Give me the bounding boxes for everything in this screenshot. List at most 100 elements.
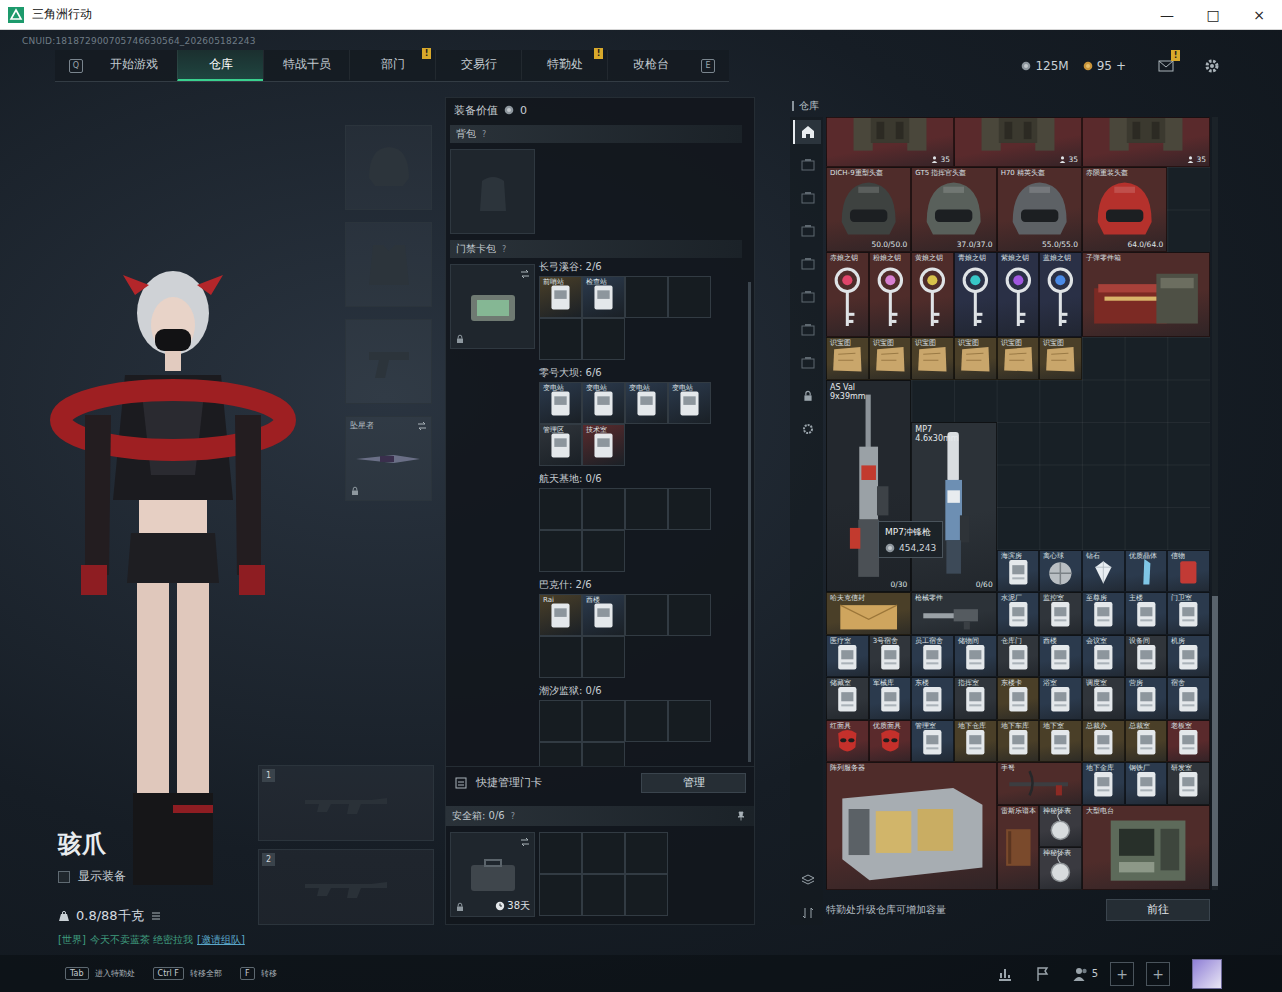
radio-item[interactable]: 大型电台 [1082,805,1210,890]
card-item[interactable]: 机房 [1167,635,1210,678]
warehouse-tool[interactable] [793,901,821,925]
key-item[interactable]: 黄娘之钥 [911,252,954,337]
card-item[interactable]: 浴室 [1039,677,1082,720]
friends-button[interactable]: 5 [1073,966,1098,982]
keycard-slot[interactable] [539,742,582,766]
nav-tab[interactable]: 仓库 [177,50,263,81]
checkbox[interactable] [58,871,70,883]
scrollbar[interactable] [748,282,751,762]
swap-icon[interactable] [417,421,427,431]
keycard-slot[interactable] [625,700,668,742]
key-hint[interactable]: Ctrl F转移全部 [153,967,222,980]
warehouse-tab[interactable] [793,285,821,309]
card-item[interactable]: 仓库门 [997,635,1040,678]
safe-box-slot[interactable]: 38天 [450,832,535,917]
keycard[interactable]: 变电站 [625,382,668,424]
keycard[interactable]: 变电站 [582,382,625,424]
card-item[interactable]: 地下车库 [997,720,1040,763]
map-item[interactable]: 识宝图 [1039,337,1082,380]
crate-item[interactable]: 子弹零件箱 [1082,252,1210,337]
warehouse-tab[interactable] [793,384,821,408]
keycard-slot[interactable] [582,742,625,766]
card-item[interactable]: 监控室 [1039,592,1082,635]
book-item[interactable]: 雷斯乐谱本 [997,805,1040,890]
invite-slot-button[interactable]: + [1146,962,1170,986]
ball-item[interactable]: 离心球 [1039,550,1082,593]
warehouse-tab[interactable] [793,318,821,342]
card-item[interactable]: 营房 [1125,677,1168,720]
go-button[interactable]: 前往 [1106,899,1210,921]
card-item[interactable]: 地下室 [1039,720,1082,763]
window-control-button[interactable]: □ [1190,0,1236,30]
map-item[interactable]: 识宝图 [954,337,997,380]
card-item[interactable]: 西楼 [1039,635,1082,678]
card-item[interactable]: 研发室 [1167,762,1210,805]
mask-item[interactable]: 优质面具 [869,720,912,763]
card-item[interactable]: 宿舍 [1167,677,1210,720]
flag-icon[interactable] [1035,966,1051,982]
keycard[interactable]: 检查站 [582,276,625,318]
safe-box-cell[interactable] [539,832,582,874]
keycard-slot[interactable] [625,488,668,530]
card-item[interactable]: 地下仓库 [954,720,997,763]
safe-box-cell[interactable] [582,832,625,874]
key-item[interactable]: 紫娘之钥 [997,252,1040,337]
helmet-item[interactable]: DICH-9重型头盔50.0/50.0 [826,167,911,252]
card-item[interactable]: 会议室 [1082,635,1125,678]
card-item[interactable]: 东楼 [911,677,954,720]
keycard-slot[interactable] [539,636,582,678]
helmet-item[interactable]: H70 精英头盔55.0/55.0 [997,167,1082,252]
token-item[interactable]: 信物 [1167,550,1210,593]
safe-box-cell[interactable] [539,874,582,916]
keycard-slot[interactable] [539,530,582,572]
warehouse-tab[interactable] [793,219,821,243]
part-item[interactable]: 枪械零件 [911,592,996,635]
backpack-slot[interactable] [450,149,535,234]
keycard-slot[interactable] [668,594,711,636]
nav-tab[interactable]: 特勤处! [521,50,607,81]
key-item[interactable]: 青娘之钥 [954,252,997,337]
keycard-slot[interactable] [625,276,668,318]
card-item[interactable]: 钢铁厂 [1125,762,1168,805]
smg-item[interactable]: MP74.6x30mm0/60 [911,422,996,592]
keycard[interactable]: 变电站 [668,382,711,424]
card-item[interactable]: 军械库 [869,677,912,720]
watch-item[interactable]: 神秘怀表 [1039,847,1082,890]
mail-button[interactable]: ! [1158,58,1174,74]
invite-slot-button[interactable]: + [1110,962,1134,986]
keycard-slot[interactable] [539,318,582,360]
safe-box-cell[interactable] [582,874,625,916]
safe-box-cell[interactable] [625,832,668,874]
swap-icon[interactable] [520,269,530,279]
card-item[interactable]: 调度室 [1082,677,1125,720]
keycard[interactable]: 前哨站 [539,276,582,318]
helmet-slot[interactable] [345,125,432,210]
card-item[interactable]: 地下金库 [1082,762,1125,805]
pin-icon[interactable] [736,811,746,821]
nav-tab[interactable]: 特战干员 [263,50,349,81]
card-item[interactable]: 老板室 [1167,720,1210,763]
pistol-slot[interactable] [345,319,432,404]
keycard[interactable]: 管理区 [539,424,582,466]
weapon-slot[interactable]: 1 [258,765,434,841]
key-hint[interactable]: F转移 [240,967,277,980]
card-item[interactable]: 储物间 [954,635,997,678]
card-item[interactable]: 海滨房 [997,550,1040,593]
server-item[interactable]: 阵列服务器 [826,762,997,890]
card-item[interactable]: 管理室 [911,720,954,763]
helmet-item[interactable]: GT5 指挥官头盔37.0/37.0 [911,167,996,252]
key-item[interactable]: 粉娘之钥 [869,252,912,337]
keycard-slot[interactable] [539,700,582,742]
keycard[interactable]: Rai [539,594,582,636]
card-item[interactable]: 至尊房 [1082,592,1125,635]
diamond-item[interactable]: 钻石 [1082,550,1125,593]
warehouse-tab[interactable] [793,120,821,144]
card-item[interactable]: 门卫室 [1167,592,1210,635]
watch-item[interactable]: 神秘怀表 [1039,805,1082,848]
envelope-item[interactable]: 哈夫克信封 [826,592,911,635]
next-tab-key[interactable]: E [701,59,715,73]
nav-tab[interactable]: 交易行 [435,50,521,81]
add-currency-button[interactable]: + [1116,59,1126,73]
swap-icon[interactable] [520,837,530,847]
card-item[interactable]: 员工宿舍 [911,635,954,678]
